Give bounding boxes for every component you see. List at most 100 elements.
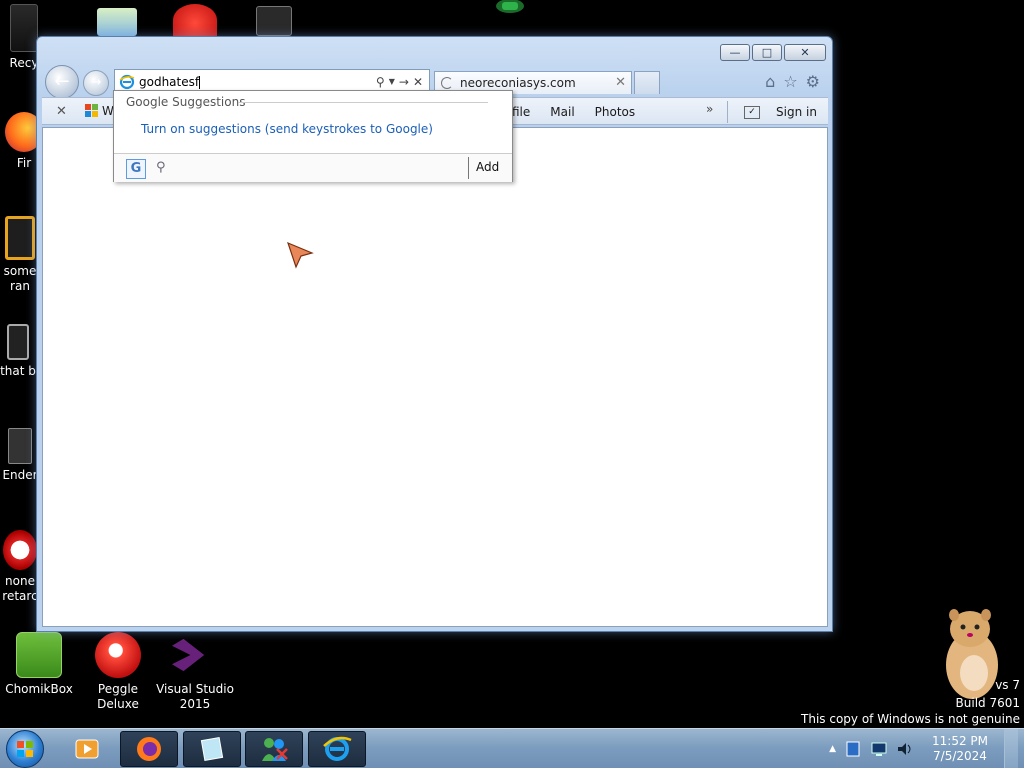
more-links-chevron-icon[interactable]: » — [706, 102, 713, 116]
desktop-icon-label: Visual Studio — [156, 682, 234, 696]
stop-icon[interactable]: ✕ — [413, 75, 423, 89]
favorites-star-icon[interactable]: ☆ — [783, 72, 797, 91]
close-window-button[interactable]: ✕ — [784, 44, 826, 61]
maximize-button[interactable]: □ — [752, 44, 782, 61]
volume-icon[interactable] — [896, 740, 914, 758]
windows-orb-icon — [17, 741, 33, 757]
minimize-button[interactable]: — — [720, 44, 750, 61]
windows-live-link[interactable]: W — [85, 104, 114, 118]
firefox-icon — [137, 737, 161, 761]
suggestions-footer: G ⚲ Add — [114, 153, 512, 182]
address-buttons: ⚲ ▼ → ✕ — [376, 75, 429, 89]
not-genuine-text: This copy of Windows is not genuine — [801, 712, 1020, 726]
desktop: Recy Fir some ran that b Ender none reta… — [0, 0, 1024, 768]
system-tray: ▲ 11:52 PM 7/5/2024 — [829, 729, 1024, 768]
taskbar-firefox[interactable] — [120, 731, 178, 767]
desktop-icon-label-2: retarc — [2, 589, 38, 603]
window-controls: — □ ✕ — [720, 44, 826, 61]
desktop-icon-label: none — [5, 574, 35, 588]
desktop-icon-peggle-top[interactable] — [172, 4, 218, 40]
desktop-icon-label: some — [3, 264, 37, 278]
top-green-glow — [496, 0, 524, 13]
mail-icon — [97, 8, 137, 36]
text-caret — [199, 75, 201, 89]
taskbar-media-player[interactable] — [58, 731, 116, 767]
action-center-icon[interactable] — [844, 740, 862, 758]
taskbar-document[interactable] — [183, 731, 241, 767]
chomikbox-icon — [16, 632, 62, 678]
mail-link[interactable]: Mail — [550, 105, 574, 119]
close-favbar-icon[interactable]: ✕ — [56, 104, 67, 119]
desktop-icon-label-2: 2015 — [179, 697, 211, 711]
header-divider — [238, 102, 488, 103]
dropdown-chevron-icon[interactable]: ▼ — [389, 77, 395, 86]
favbar-links: file Mail Photos — [512, 105, 635, 119]
profile-link[interactable]: file — [512, 105, 530, 119]
home-icon[interactable]: ⌂ — [765, 72, 775, 91]
taskbar: ▲ 11:52 PM 7/5/2024 — [0, 728, 1024, 768]
network-icon[interactable] — [870, 740, 888, 758]
show-desktop-button[interactable] — [1004, 729, 1018, 768]
taskbar-internet-explorer[interactable] — [308, 731, 366, 767]
internet-explorer-icon — [323, 736, 352, 761]
checkbox-icon: ✓ — [744, 105, 760, 119]
photos-link[interactable]: Photos — [595, 105, 635, 119]
go-arrow-icon[interactable]: → — [399, 75, 409, 89]
google-suggestions-dropdown: Google Suggestions Turn on suggestions (… — [113, 90, 513, 182]
desktop-icon-label-2: ran — [10, 279, 30, 293]
document-icon — [256, 6, 292, 36]
desktop-icon-label: Ender — [2, 468, 38, 482]
tab-close-icon[interactable]: ✕ — [615, 75, 626, 90]
desktop-icon-that-b[interactable]: that b — [0, 324, 36, 379]
address-input-text[interactable]: godhatesf — [139, 75, 376, 89]
visual-studio-icon — [172, 638, 205, 672]
google-provider-icon[interactable]: G — [126, 159, 146, 179]
sign-in-area[interactable]: ✓ Sign in — [744, 105, 817, 119]
add-provider-button[interactable]: Add — [476, 160, 499, 174]
search-icon[interactable]: ⚲ — [376, 75, 385, 89]
messenger-icon — [262, 738, 288, 761]
sign-in-link[interactable]: Sign in — [776, 105, 817, 119]
taskbar-messenger[interactable] — [245, 731, 303, 767]
new-tab-button[interactable] — [634, 71, 660, 94]
favbar-divider — [727, 101, 728, 123]
mouse-cursor-icon — [287, 241, 314, 269]
address-value: godhatesf — [139, 74, 200, 89]
forward-button[interactable]: → — [83, 70, 109, 96]
peggle-icon — [173, 4, 217, 36]
desktop-icon-document[interactable] — [254, 6, 294, 40]
turn-on-suggestions-link[interactable]: Turn on suggestions (send keystrokes to … — [141, 122, 433, 136]
toolbar-right-icons: ⌂ ☆ ⚙ — [765, 72, 820, 91]
taskbar-clock[interactable]: 11:52 PM 7/5/2024 — [928, 734, 992, 764]
ender-file-icon — [8, 428, 32, 464]
desktop-icon-peggle-deluxe[interactable]: Peggle Deluxe — [78, 632, 158, 712]
clock-time: 11:52 PM — [932, 734, 988, 748]
show-hidden-icons-icon[interactable]: ▲ — [829, 744, 836, 754]
desktop-icon-some-file[interactable]: some ran — [0, 216, 40, 294]
desktop-icon-visual-studio[interactable]: Visual Studio 2015 — [156, 632, 234, 712]
forward-arrow-icon: → — [90, 75, 102, 90]
battery-file-icon — [7, 324, 29, 360]
desktop-icon-none-retarc[interactable]: none retarc — [2, 530, 38, 604]
add-divider — [468, 157, 469, 179]
gear-icon[interactable]: ⚙ — [806, 72, 820, 91]
start-button[interactable] — [6, 730, 44, 768]
media-file-icon — [5, 216, 35, 260]
ie-page-icon — [119, 74, 135, 89]
peggle-deluxe-icon — [95, 632, 141, 678]
desktop-icon-chomikbox[interactable]: ChomikBox — [4, 632, 74, 697]
desktop-icon-ender[interactable]: Ender — [2, 428, 38, 483]
back-button[interactable]: ← — [45, 65, 79, 99]
windows-logo-icon — [85, 104, 98, 117]
windows-build-text: Build 7601 — [955, 696, 1020, 710]
loading-spinner-icon — [441, 77, 453, 89]
search-provider-icon[interactable]: ⚲ — [156, 160, 166, 175]
recycle-bin-icon — [10, 4, 38, 52]
back-arrow-icon: ← — [54, 71, 70, 92]
page-content-area[interactable] — [42, 127, 828, 627]
clock-date: 7/5/2024 — [933, 749, 987, 763]
desktop-icon-label: that b — [0, 364, 36, 378]
tab-title: neoreconiasys.com — [460, 76, 576, 90]
desktop-icon-label: ChomikBox — [5, 682, 73, 696]
document-icon — [200, 737, 224, 761]
